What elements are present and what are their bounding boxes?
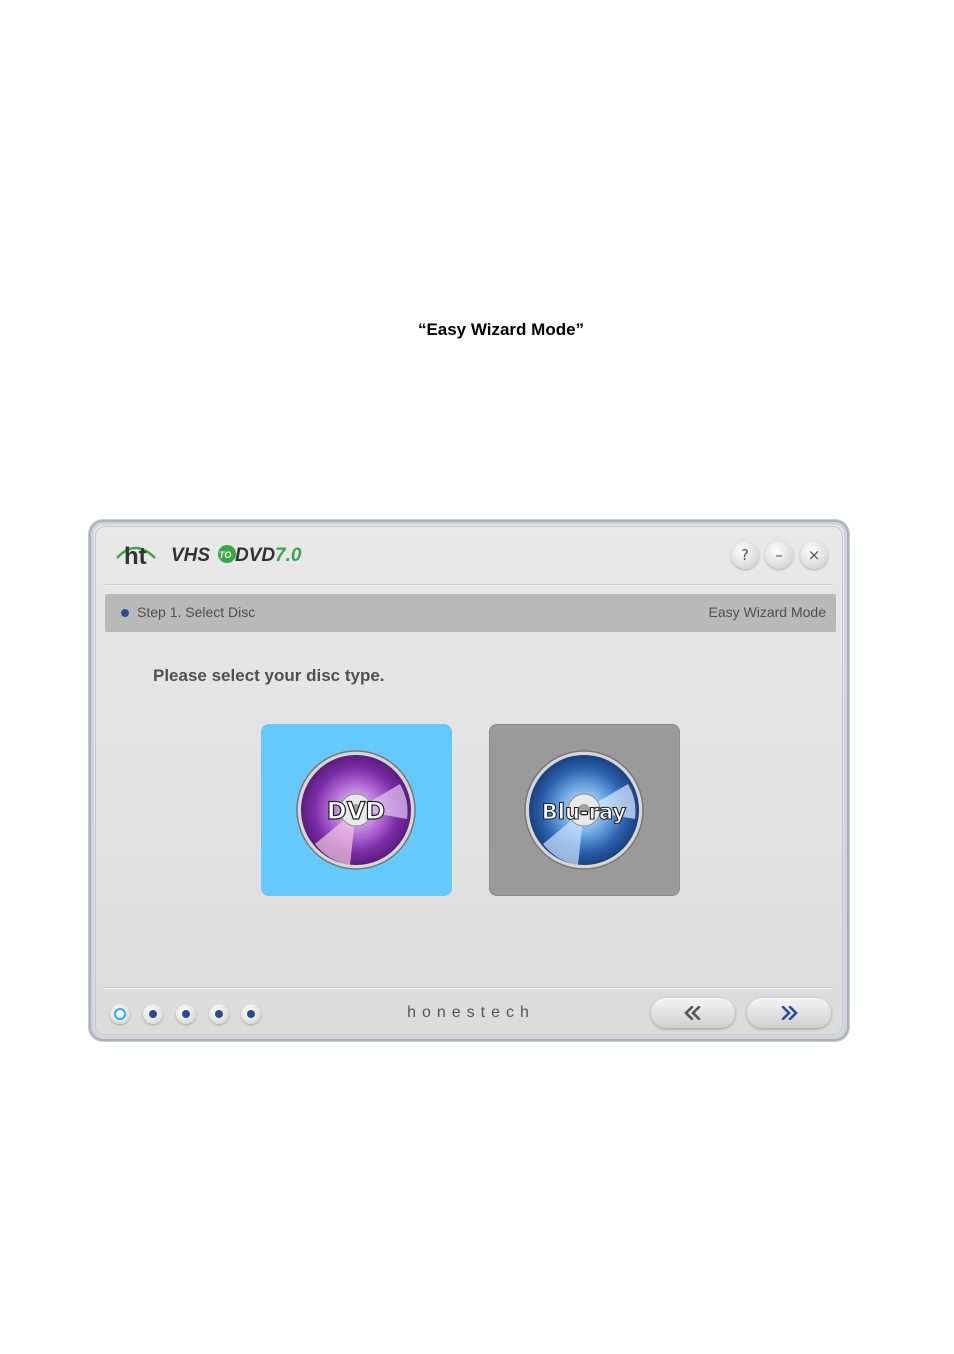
step-indicator-5[interactable] (241, 1004, 261, 1024)
document-heading: “Easy Wizard Mode” (417, 320, 585, 339)
logo-ht-text: ht (124, 543, 147, 568)
step-indicator-2[interactable] (143, 1004, 163, 1024)
minimize-icon: – (775, 546, 783, 564)
title-divider (105, 584, 833, 585)
close-icon: × (807, 546, 821, 564)
minimize-button[interactable]: – (765, 541, 793, 569)
double-chevron-left-icon (684, 1006, 701, 1020)
logo-to-text: TO (219, 550, 231, 560)
footer-divider (105, 987, 833, 988)
app-logo: ht VHS TO DVD 7.0 (116, 543, 302, 568)
bluray-label: Blu-ray (542, 800, 627, 824)
step-bar: Step 1. Select Disc Easy Wizard Mode (105, 594, 836, 632)
bluray-option-card[interactable]: Blu-ray (489, 724, 680, 896)
close-button[interactable]: × (800, 541, 828, 569)
dvd-disc-icon: DVD (296, 750, 416, 870)
logo-version-text: 7.0 (275, 545, 302, 566)
bluray-disc-icon: Blu-ray (524, 750, 644, 870)
help-icon: ? (741, 546, 749, 564)
dvd-label: DVD (327, 797, 385, 825)
next-button[interactable] (747, 998, 831, 1028)
mode-label: Easy Wizard Mode (708, 604, 826, 620)
back-button[interactable] (651, 998, 735, 1028)
help-button[interactable]: ? (731, 541, 759, 569)
logo-vhs-text: VHS (171, 545, 210, 566)
brand-label: honestech (407, 1004, 535, 1021)
step-label: Step 1. Select Disc (137, 604, 256, 620)
step-bullet-icon (121, 609, 129, 617)
page-title: Please select your disc type. (153, 666, 385, 685)
step-indicator-3[interactable] (176, 1004, 196, 1024)
dvd-option-card[interactable]: DVD (261, 724, 452, 896)
app-window: ht VHS TO DVD 7.0 ? – × Step 1. Select D… (89, 520, 849, 1041)
step-indicator-4[interactable] (209, 1004, 229, 1024)
logo-dvd-text: DVD (235, 545, 275, 566)
title-bar: ht VHS TO DVD 7.0 ? – × (91, 522, 847, 582)
double-chevron-right-icon (781, 1006, 798, 1020)
step-indicator-1[interactable] (110, 1004, 130, 1024)
